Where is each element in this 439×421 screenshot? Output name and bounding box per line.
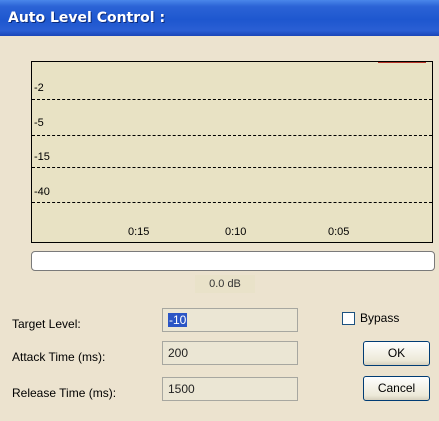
title-bar[interactable]: Auto Level Control : — [0, 0, 439, 36]
x-label-0-05: 0:05 — [328, 226, 350, 238]
level-history-graph: -2 -5 -15 -40 0:15 0:10 0:05 — [31, 61, 433, 243]
target-level-label: Target Level: — [12, 317, 81, 331]
gridline-minus-2 — [32, 99, 432, 100]
level-meter-bar — [31, 251, 435, 271]
attack-time-field[interactable]: 200 — [162, 341, 298, 365]
x-label-0-15: 0:15 — [128, 226, 150, 238]
attack-time-label: Attack Time (ms): — [12, 350, 106, 364]
y-label-minus-5: -5 — [34, 117, 44, 129]
cancel-button[interactable]: Cancel — [363, 376, 430, 401]
level-meter-value: 0.0 dB — [195, 275, 255, 293]
bypass-checkbox[interactable] — [342, 312, 355, 325]
bypass-label: Bypass — [360, 311, 400, 325]
peak-level-marker — [378, 62, 426, 63]
release-time-label: Release Time (ms): — [12, 386, 117, 400]
gridline-minus-40 — [32, 202, 432, 203]
y-label-minus-15: -15 — [34, 151, 50, 163]
gridline-minus-5 — [32, 135, 432, 136]
target-level-field[interactable]: -10 — [162, 308, 298, 332]
ok-button[interactable]: OK — [363, 341, 430, 366]
y-label-minus-40: -40 — [34, 186, 50, 198]
x-label-0-10: 0:10 — [225, 226, 247, 238]
y-label-minus-2: -2 — [34, 82, 44, 94]
release-time-field[interactable]: 1500 — [162, 377, 298, 401]
window-title: Auto Level Control : — [8, 10, 166, 26]
auto-level-control-window: Auto Level Control : -2 -5 -15 -40 0:15 … — [0, 0, 439, 421]
target-level-value: -10 — [168, 313, 188, 327]
gridline-minus-15 — [32, 167, 432, 168]
